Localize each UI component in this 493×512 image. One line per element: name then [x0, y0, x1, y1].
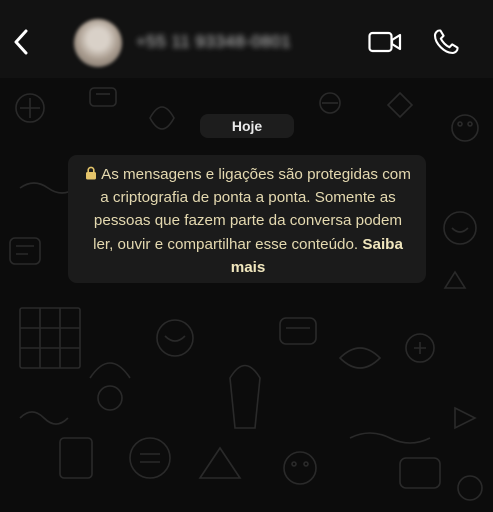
- chat-header: +55 11 93348-0801: [0, 0, 493, 78]
- chat-area[interactable]: Hoje As mensagens e ligações são protegi…: [0, 78, 493, 512]
- wallpaper-doodles: [9, 87, 483, 501]
- contact-avatar[interactable]: [74, 19, 122, 67]
- date-separator: Hoje: [200, 114, 294, 138]
- video-camera-icon: [368, 31, 402, 53]
- contact-name[interactable]: +55 11 93348-0801: [136, 32, 336, 54]
- chevron-left-icon: [14, 29, 28, 55]
- lock-icon: [86, 166, 97, 180]
- voice-call-button[interactable]: [428, 24, 464, 60]
- back-button[interactable]: [6, 22, 36, 62]
- video-call-button[interactable]: [366, 26, 404, 58]
- phone-icon: [433, 29, 459, 55]
- encryption-notice[interactable]: As mensagens e ligações são protegidas c…: [68, 155, 426, 283]
